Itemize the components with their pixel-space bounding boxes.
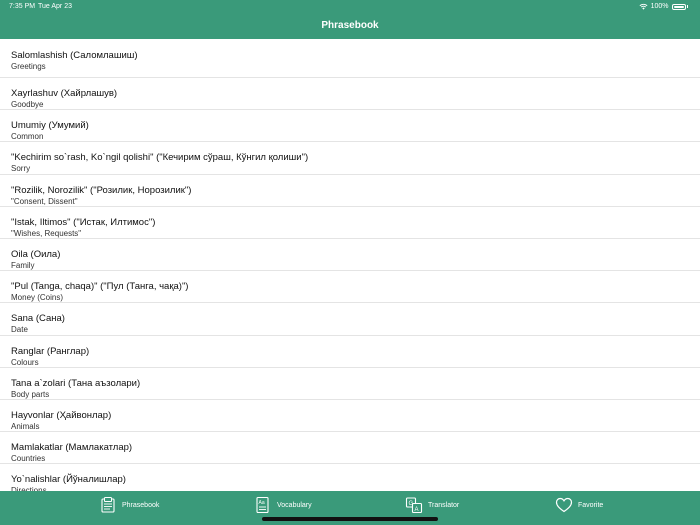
list-item-title: Ranglar (Ранглар) — [11, 345, 90, 357]
page-title: Phrasebook — [321, 20, 379, 31]
tab-translator-label: Translator — [428, 501, 460, 509]
list-item-subtitle: Animals — [11, 421, 40, 431]
svg-text:G: G — [409, 501, 414, 507]
tab-vocabulary[interactable]: Aa Vocabulary — [254, 496, 312, 514]
list-item[interactable]: Hayvonlar (Ҳайвонлар) Animals — [0, 400, 700, 433]
svg-text:Aa: Aa — [259, 500, 265, 506]
list-item-title: Hayvonlar (Ҳайвонлар) — [11, 409, 112, 421]
list-item[interactable]: Sana (Сана) Date — [0, 303, 700, 336]
tab-favorite[interactable]: Favorite — [555, 496, 603, 514]
list-item-title: Tana a`zolari (Тана аъзолари) — [11, 377, 141, 389]
tab-favorite-label: Favorite — [578, 501, 604, 509]
list-item[interactable]: Tana a`zolari (Тана аъзолари) Body parts — [0, 368, 700, 400]
list-item[interactable]: Yo`nalishlar (Йўналишлар) Directions — [0, 464, 700, 491]
list-item-title: Xayrlashuv (Хайрлашув) — [11, 88, 118, 99]
list-item-subtitle: Countries — [11, 454, 46, 464]
list-item-subtitle: "Wishes, Requests" — [11, 228, 82, 238]
list-item-title: Oila (Оила) — [11, 248, 61, 260]
tab-vocabulary-label: Vocabulary — [277, 501, 312, 509]
battery-tip — [686, 5, 688, 8]
list-item[interactable]: "Pul (Tanga, chaqa)" ("Пул (Танга, чақа)… — [0, 271, 700, 304]
list-item[interactable]: Oila (Оила) Family — [0, 239, 700, 272]
list-item-subtitle: Family — [11, 260, 35, 270]
list-item-title: Mamlakatlar (Мамлакатлар) — [11, 442, 133, 454]
list-item[interactable]: Mamlakatlar (Мамлакатлар) Countries — [0, 432, 700, 465]
list-item-subtitle: Goodbye — [11, 100, 44, 109]
list-item[interactable]: Ranglar (Ранглар) Colours — [0, 336, 700, 368]
wifi-icon — [639, 3, 648, 10]
status-date: Tue Apr 23 — [38, 3, 72, 10]
phrase-category-list[interactable]: Salomlashish (Саломлашиш) Greetings Xayrla… — [0, 39, 700, 491]
list-item-title: Yo`nalishlar (Йўналишлар) — [11, 474, 126, 486]
heart-icon — [555, 497, 573, 513]
phrasebook-icon — [101, 497, 115, 513]
battery-percent: 100% — [650, 3, 669, 10]
home-indicator — [262, 517, 438, 521]
list-item-subtitle: Money (Coins) — [11, 293, 64, 303]
list-item-title: "Rozilik, Norozilik" ("Розилик, Норозили… — [11, 184, 192, 196]
tab-phrasebook[interactable]: Phrasebook — [99, 496, 159, 514]
list-item-title: Umumiy (Умумий) — [11, 120, 89, 132]
battery-icon — [671, 3, 686, 10]
vocabulary-icon: Aa — [256, 496, 269, 514]
list-item-title: Salomlashish (Саломлашиш) — [11, 50, 138, 61]
status-right: 100% — [639, 3, 688, 10]
list-item-subtitle: Colours — [11, 357, 39, 367]
list-item-subtitle: Date — [11, 325, 28, 335]
list-item[interactable]: Umumiy (Умумий) Common — [0, 110, 700, 143]
list-item[interactable]: Salomlashish (Саломлашиш) Greetings — [0, 39, 700, 78]
list-item-subtitle: Sorry — [11, 164, 31, 174]
list-item-title: "Istak, Iltimos" ("Истак, Илтимос") — [11, 216, 156, 228]
tab-phrasebook-label: Phrasebook — [122, 501, 160, 509]
list-item[interactable]: "Kechirim so`rash, Ko`ngil qolishi" ("Ке… — [0, 142, 700, 175]
list-item[interactable]: "Rozilik, Norozilik" ("Розилик, Норозили… — [0, 175, 700, 207]
list-item-subtitle: Greetings — [11, 62, 46, 71]
list-item-title: "Pul (Tanga, chaqa)" ("Пул (Танга, чақа)… — [11, 281, 189, 293]
list-item-subtitle: "Consent, Dissent" — [11, 196, 78, 206]
list-item-title: "Kechirim so`rash, Ko`ngil qolishi" ("Ке… — [11, 152, 309, 164]
list-item[interactable]: "Istak, Iltimos" ("Истак, Илтимос") "Wish… — [0, 207, 700, 239]
navigation-bar: 7:35 PM Tue Apr 23 100% Phrasebook — [0, 0, 700, 39]
list-item-subtitle: Common — [11, 132, 44, 142]
translator-icon: G A — [405, 497, 423, 514]
status-time: 7:35 PM — [9, 3, 36, 10]
tab-translator[interactable]: G A Translator — [405, 496, 459, 514]
list-item[interactable]: Xayrlashuv (Хайрлашув) Goodbye — [0, 78, 700, 111]
list-item-subtitle: Body parts — [11, 389, 50, 399]
status-bar: 7:35 PM Tue Apr 23 100% — [0, 3, 700, 13]
list-item-title: Sana (Сана) — [11, 313, 65, 325]
svg-text:A: A — [415, 507, 419, 513]
